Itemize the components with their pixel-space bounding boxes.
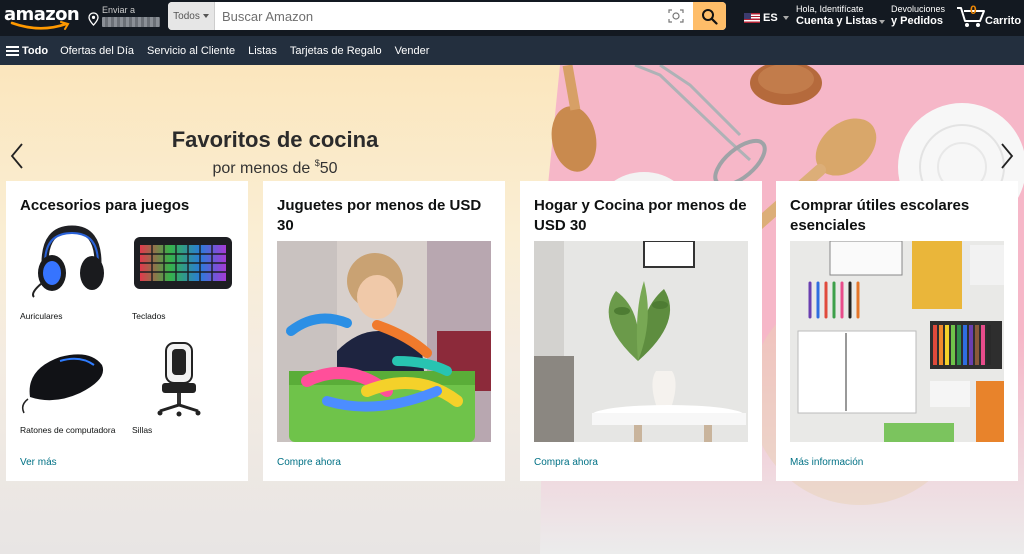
hero-currency: $ xyxy=(314,158,320,168)
account-greeting: Hola, Identifícate xyxy=(796,4,864,14)
quad-item-label: Auriculares xyxy=(20,311,63,321)
account-menu[interactable]: Hola, Identifícate Cuenta y Listas xyxy=(796,4,886,28)
headset-image xyxy=(32,225,104,298)
nav-item-servicio-cliente[interactable]: Servicio al Cliente xyxy=(147,45,235,57)
us-flag-icon xyxy=(744,13,760,23)
cart-count: 0 xyxy=(970,3,977,17)
language-code: ES xyxy=(763,12,778,24)
hero-amount: 50 xyxy=(319,160,338,177)
secondary-nav: Todo Ofertas del Día Servicio al Cliente… xyxy=(0,36,1024,65)
card-home-kitchen: Hogar y Cocina por menos de USD 30 Compr… xyxy=(520,181,762,481)
deliver-to[interactable]: Enviar a xyxy=(88,4,164,32)
gaming-mouse-image xyxy=(21,354,104,414)
returns-orders[interactable]: Devoluciones y Pedidos xyxy=(891,4,945,28)
card-link-compra-ahora[interactable]: Compra ahora xyxy=(534,457,598,468)
top-nav: amazon Enviar a Todos Buscar Amazon ES H… xyxy=(0,0,1024,36)
carousel-next-arrow-icon[interactable] xyxy=(998,142,1016,170)
card-title: Juguetes por menos de USD 30 xyxy=(277,197,482,234)
returns-label: Devoluciones xyxy=(891,4,946,14)
deliver-location-redacted xyxy=(102,17,160,27)
search-category-label: Todos xyxy=(173,10,200,22)
hero-subtitle: por menos de $50 xyxy=(212,158,338,177)
home-kitchen-image[interactable] xyxy=(534,241,748,442)
card-title: Hogar y Cocina por menos de USD 30 xyxy=(534,197,747,234)
gaming-chair-image xyxy=(157,342,201,417)
amazon-logo[interactable]: amazon xyxy=(4,2,80,32)
quad-item-sillas[interactable]: Sillas xyxy=(132,339,232,439)
hero-title: Favoritos de cocina xyxy=(171,127,379,152)
plant-vase-table-image xyxy=(534,241,748,442)
logo-smile-icon xyxy=(10,21,70,30)
card-title: Accesorios para juegos xyxy=(20,197,190,214)
school-supplies-image[interactable] xyxy=(790,241,1004,442)
card-link-compre-ahora[interactable]: Compre ahora xyxy=(277,457,341,468)
quad-item-label: Ratones de computadora xyxy=(20,425,116,435)
chevron-down-icon xyxy=(782,16,789,20)
card-link-mas-informacion[interactable]: Más información xyxy=(790,457,863,468)
cart-button[interactable]: 0 Carrito xyxy=(956,2,1022,32)
search-bar: Todos xyxy=(168,2,726,30)
search-icon xyxy=(702,8,718,25)
quad-item-auriculares[interactable]: Auriculares xyxy=(20,223,120,323)
search-button[interactable] xyxy=(693,2,726,30)
all-menu-button[interactable]: Todo xyxy=(6,44,48,58)
quad-item-teclados[interactable]: Teclados xyxy=(132,223,232,323)
camera-search-icon[interactable] xyxy=(668,8,684,24)
cart-label: Carrito xyxy=(985,15,1022,27)
quad-item-label: Sillas xyxy=(132,425,153,435)
language-selector[interactable]: ES xyxy=(744,12,789,24)
child-playing-image xyxy=(277,241,491,442)
card-school-supplies: Comprar útiles escolares esenciales Más … xyxy=(776,181,1018,481)
chevron-down-icon xyxy=(202,14,209,18)
nav-item-listas[interactable]: Listas xyxy=(248,45,277,57)
location-pin-icon xyxy=(88,12,99,26)
nav-item-tarjetas-regalo[interactable]: Tarjetas de Regalo xyxy=(290,45,382,57)
orders-label: y Pedidos xyxy=(891,15,943,27)
card-gaming-accessories: Accesorios para juegos Auriculares Tecla… xyxy=(6,181,248,481)
account-lists-label: Cuenta y Listas xyxy=(796,15,886,28)
nav-item-vender[interactable]: Vender xyxy=(395,45,430,57)
card-toys: Juguetes por menos de USD 30 Compre ahor… xyxy=(263,181,505,481)
carousel-prev-arrow-icon[interactable] xyxy=(8,142,26,170)
hamburger-icon xyxy=(6,44,19,58)
deliver-label: Enviar a xyxy=(102,5,136,15)
search-input[interactable] xyxy=(216,2,676,30)
search-category-dropdown[interactable]: Todos xyxy=(168,2,215,30)
chevron-down-icon xyxy=(879,20,886,24)
all-menu-label: Todo xyxy=(22,44,49,57)
stationery-flatlay-image xyxy=(790,241,1004,442)
toys-image[interactable] xyxy=(277,241,491,442)
quad-item-label: Teclados xyxy=(132,311,166,321)
nav-item-ofertas[interactable]: Ofertas del Día xyxy=(60,45,134,57)
keyboard-image xyxy=(134,237,232,289)
card-link-ver-mas[interactable]: Ver más xyxy=(20,457,57,468)
card-title: Comprar útiles escolares esenciales xyxy=(790,197,970,234)
quad-item-ratones[interactable]: Ratones de computadora xyxy=(20,339,120,439)
